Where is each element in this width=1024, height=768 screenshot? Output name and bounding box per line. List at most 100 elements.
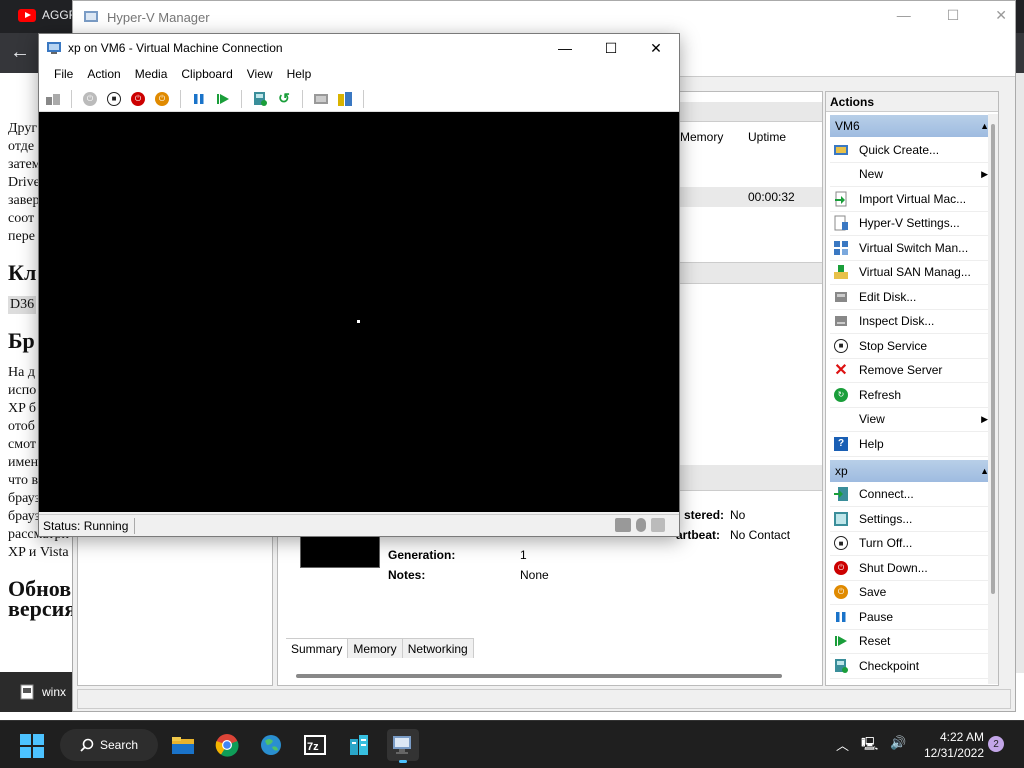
action-item-label: New [859,167,884,182]
action-item-shut-down[interactable]: ⏻ Shut Down... [830,556,994,581]
save-icon[interactable]: ⏻ [152,89,172,109]
action-item-refresh[interactable]: ↻ Refresh [830,383,994,408]
vm-status-text: Status: Running [43,518,129,533]
svg-text:7z: 7z [307,741,319,753]
action-item-turn-off[interactable]: ■ Turn Off... [830,532,994,556]
tab-summary[interactable]: Summary [286,639,349,658]
actions-pane: Actions VM6 ▲ Quick Create... New ▶ Import … [825,91,999,686]
checkpoint-icon[interactable] [250,89,270,109]
action-item-pause[interactable]: Pause [830,605,994,630]
san-icon [833,264,849,280]
tab-networking[interactable]: Networking [402,639,474,658]
notification-badge[interactable]: 2 [988,736,1004,752]
share-icon[interactable] [335,89,355,109]
menu-view[interactable]: View [240,67,280,81]
action-item-help[interactable]: ? Help [830,432,994,457]
start-vm-icon[interactable]: ⏻ [80,89,100,109]
menu-media[interactable]: Media [128,67,175,81]
chrome-icon[interactable] [211,729,243,761]
action-item-label: Connect... [859,487,914,502]
actions-scrollbar-thumb[interactable] [991,124,995,594]
browser-tab[interactable]: AGGR [18,8,77,22]
action-item-label: Inspect Disk... [859,314,935,329]
action-item-settings[interactable]: Settings... [830,507,994,532]
center-horizontal-scrollbar[interactable] [296,674,782,678]
mouse-cursor [357,320,360,323]
action-item-quick-create[interactable]: Quick Create... [830,138,994,163]
action-item-import-virtual-mac[interactable]: Import Virtual Mac... [830,187,994,212]
pause-icon [833,609,849,625]
taskbar-clock[interactable]: 4:22 AM 12/31/2022 [910,729,984,761]
action-item-save[interactable]: ⏻ Save [830,581,994,605]
close-icon[interactable]: ✕ [995,7,1007,24]
minimize-icon[interactable]: — [542,34,588,62]
action-item-stop-service[interactable]: ■ Stop Service [830,334,994,359]
vm-connection-window: xp on VM6 - Virtual Machine Connection —… [38,33,680,537]
action-item-label: Virtual SAN Manag... [859,265,971,280]
maximize-icon[interactable]: ☐ [947,7,960,24]
action-item-label: Stop Service [859,338,928,353]
file-explorer-icon[interactable] [167,729,199,761]
inspect-disk-icon [833,313,849,329]
action-item-inspect-disk[interactable]: Inspect Disk... [830,310,994,334]
menu-help[interactable]: Help [280,67,319,81]
heartbeat-label: artbeat: [676,528,721,542]
network-icon[interactable]: 🖳 [861,735,878,757]
chevron-up-icon[interactable]: ︿ [836,735,849,757]
vm-display[interactable] [39,112,679,512]
system-tray: ︿ 🖳 🔊 [836,735,907,757]
action-item-new[interactable]: New ▶ [830,163,994,187]
action-item-label: Shut Down... [859,560,928,575]
back-arrow-icon[interactable]: ← [10,41,30,64]
clock-time: 4:22 AM [939,730,984,744]
blank-icon [833,411,849,427]
column-memory[interactable]: Memory [680,130,723,144]
actions-group-xp[interactable]: xp ▲ [830,459,994,482]
action-item-reset[interactable]: Reset [830,630,994,654]
enhanced-session-icon[interactable] [311,89,331,109]
close-icon[interactable]: ✕ [633,34,679,62]
vmc-title: xp on VM6 - Virtual Machine Connection [68,41,283,55]
edit-disk-icon [833,289,849,305]
revert-icon[interactable]: ↺ [274,89,294,109]
toolbar-separator [363,89,364,108]
actions-scrollbar[interactable] [988,114,998,684]
shut-down-icon: ⏻ [833,560,849,576]
action-item-hyper-v-settings[interactable]: Hyper-V Settings... [830,212,994,236]
hyperv-status-bar [77,689,1011,709]
tab-memory[interactable]: Memory [348,639,403,658]
actions-group-vm6[interactable]: VM6 ▲ [830,115,994,137]
buildings-app-icon[interactable] [343,729,375,761]
action-item-view[interactable]: View ▶ [830,408,994,432]
vmc-toolbar: ⏻ ■ ⏻ ⏻ ↺ [39,86,679,112]
volume-icon[interactable]: 🔊 [890,735,906,757]
action-item-checkpoint[interactable]: Checkpoint [830,654,994,679]
menu-action[interactable]: Action [80,67,127,81]
browser-scrollbar[interactable] [1016,73,1024,673]
action-item-virtual-san-manag[interactable]: Virtual SAN Manag... [830,261,994,285]
minimize-icon[interactable]: — [897,7,911,24]
reset-icon[interactable] [213,89,233,109]
vm-uptime-value: 00:00:32 [748,190,795,204]
pause-icon[interactable] [189,89,209,109]
globe-app-icon[interactable] [255,729,287,761]
action-item-label: Help [859,436,884,451]
action-item-connect[interactable]: Connect... [830,483,994,507]
mouse-icon [636,518,646,532]
action-item-virtual-switch-man[interactable]: Virtual Switch Man... [830,236,994,261]
start-button[interactable] [20,734,44,758]
column-uptime[interactable]: Uptime [748,130,786,144]
turn-off-icon[interactable]: ■ [104,89,124,109]
action-item-remove-server[interactable]: ✕ Remove Server [830,359,994,383]
maximize-icon[interactable]: ☐ [588,34,634,62]
menu-file[interactable]: File [47,67,80,81]
actions-group-xp-label: xp [835,463,848,478]
hyperv-taskbar-icon[interactable] [387,729,419,763]
menu-clipboard[interactable]: Clipboard [174,67,239,81]
taskbar-window-preview[interactable]: winx [0,672,72,712]
action-item-edit-disk[interactable]: Edit Disk... [830,285,994,310]
7zip-icon[interactable]: 7z [299,729,331,761]
ctrl-alt-del-icon[interactable] [43,89,63,109]
taskbar-search[interactable]: Search [60,729,158,761]
shut-down-icon[interactable]: ⏻ [128,89,148,109]
